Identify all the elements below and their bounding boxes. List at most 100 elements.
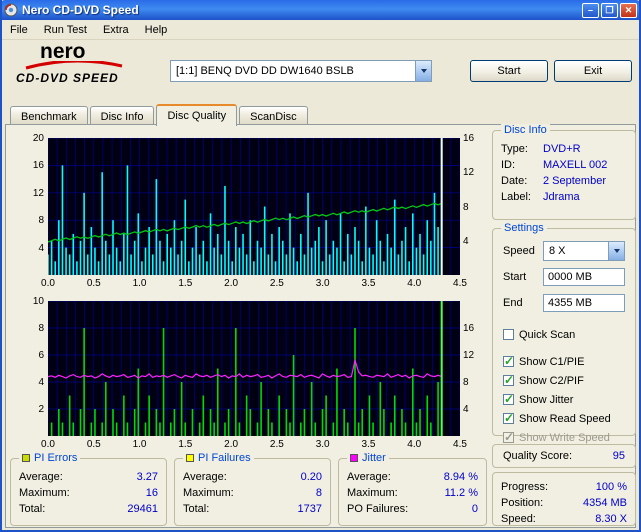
close-button[interactable]: ✕: [620, 2, 637, 18]
total-label: Total:: [183, 503, 210, 515]
disc-type-label: Type:: [501, 143, 528, 155]
titlebar: Nero CD-DVD Speed – ❐ ✕: [2, 0, 639, 20]
dropdown-arrow-icon[interactable]: [415, 61, 431, 81]
axis-tick-label: 12: [463, 350, 475, 361]
tab-disc-info[interactable]: Disc Info: [89, 106, 155, 126]
axis-tick-label: 8: [463, 377, 469, 388]
maximize-button[interactable]: ❐: [601, 2, 618, 18]
checkbox-box: [503, 430, 514, 444]
exit-button[interactable]: Exit: [554, 60, 632, 82]
disc-id-value: MAXELL 002: [543, 159, 608, 171]
start-button[interactable]: Start: [470, 60, 548, 82]
po-failures-value: 0: [471, 503, 478, 515]
checkbox-box: [503, 327, 514, 341]
axis-tick-label: 0.0: [41, 278, 55, 289]
pi-errors-plot: [48, 138, 460, 275]
summary-row: Maximum: 8: [183, 487, 322, 499]
axis-tick-label: 4.0: [407, 439, 422, 450]
axis-tick-label: 0.5: [86, 439, 101, 450]
tab-benchmark[interactable]: Benchmark: [10, 106, 88, 126]
checkbox-box: [503, 411, 514, 425]
speed-value: 8.30 X: [595, 513, 627, 525]
quick-scan-checkbox[interactable]: Quick Scan: [503, 327, 635, 342]
axis-tick-label: 16: [463, 133, 475, 144]
checkbox-label: Show C1/PIE: [519, 355, 585, 368]
dropdown-arrow-icon[interactable]: [608, 242, 624, 260]
axis-tick-label: 4.5: [453, 278, 467, 289]
maximum-label: Maximum:: [183, 487, 234, 499]
app-window: Nero CD-DVD Speed – ❐ ✕ File Run Test Ex…: [0, 0, 641, 532]
window-title: Nero CD-DVD Speed: [22, 3, 139, 17]
summary-row: Average: 0.20: [183, 471, 322, 483]
disc-info-row: Type: DVD+R: [501, 141, 627, 157]
show-jitter-checkbox[interactable]: Show Jitter: [503, 392, 635, 407]
menu-help[interactable]: Help: [137, 22, 176, 38]
show-options-group: Show C1/PIE Show C2/PIF Show Jitter Show…: [493, 354, 635, 445]
tab-disc-quality[interactable]: Disc Quality: [156, 104, 238, 126]
quality-score-label: Quality Score:: [503, 450, 573, 462]
show-c2-pif-checkbox[interactable]: Show C2/PIF: [503, 373, 635, 388]
menubar: File Run Test Extra Help: [2, 20, 639, 40]
axis-tick-label: 3.0: [315, 278, 330, 289]
axis-tick-label: 3.0: [315, 439, 330, 450]
show-write-speed-checkbox: Show Write Speed: [503, 430, 635, 445]
speed-select[interactable]: 8 X: [543, 241, 625, 261]
disc-label-label: Label:: [501, 191, 531, 203]
axis-tick-label: 12: [463, 167, 475, 179]
start-row: Start 0000 MB: [503, 267, 629, 287]
axis-tick-label: 8: [38, 215, 44, 227]
axis-tick-label: 0.0: [41, 439, 55, 450]
drive-select-value: [1:1] BENQ DVD DD DW1640 BSLB: [176, 65, 354, 77]
start-label: Start: [503, 271, 527, 283]
tab-scandisc[interactable]: ScanDisc: [239, 106, 308, 126]
menu-extra[interactable]: Extra: [95, 22, 137, 38]
checkbox-box: [503, 392, 514, 406]
disc-info-row: Date: 2 September: [501, 173, 627, 189]
axis-tick-label: 8: [38, 323, 44, 334]
axis-tick-label: 1.5: [178, 439, 193, 450]
minimize-button[interactable]: –: [582, 2, 599, 18]
axis-tick-label: 4: [463, 235, 469, 247]
total-value: 29461: [127, 503, 158, 515]
axis-tick-label: 10: [32, 296, 44, 307]
speed-label: Speed:: [501, 513, 536, 525]
disc-info-row: Label: Jdrama: [501, 189, 627, 205]
average-value: 8.94 %: [443, 471, 478, 483]
axis-tick-label: 1.5: [178, 278, 193, 289]
axis-tick-label: 1.0: [132, 278, 147, 289]
summary-row: Maximum: 16: [19, 487, 158, 499]
end-label: End: [503, 297, 523, 309]
summary-row: PO Failures: 0: [347, 503, 478, 515]
axis-tick-label: 2.0: [224, 439, 239, 450]
po-failures-label: PO Failures:: [347, 503, 409, 515]
checkbox-label: Show C2/PIF: [519, 374, 584, 387]
axis-tick-label: 4: [38, 377, 44, 388]
speed-row: Speed: 8.30 X: [501, 513, 627, 525]
maximum-value: 8: [315, 487, 322, 499]
axis-tick-label: 20: [32, 133, 44, 144]
jitter-summary: Jitter Average: 8.94 % Maximum: 11.2 % PO …: [338, 452, 487, 526]
checkbox-label: Show Jitter: [519, 393, 574, 406]
average-label: Average:: [347, 471, 391, 483]
tab-bar: Benchmark Disc Info Disc Quality ScanDis…: [10, 104, 310, 126]
axis-tick-label: 16: [463, 323, 475, 334]
start-input[interactable]: 0000 MB: [543, 268, 625, 286]
menu-run-test[interactable]: Run Test: [36, 22, 95, 38]
disc-info-group-title: Disc Info: [501, 124, 550, 136]
jitter-summary-title: Jitter: [347, 452, 389, 464]
total-label: Total:: [19, 503, 46, 515]
pi-failures-summary-title: PI Failures: [183, 452, 254, 464]
axis-tick-label: 2.5: [269, 278, 284, 289]
app-icon: [4, 3, 18, 17]
pi-errors-summary-title: PI Errors: [19, 452, 81, 464]
show-c1-pie-checkbox[interactable]: Show C1/PIE: [503, 354, 635, 369]
show-read-speed-checkbox[interactable]: Show Read Speed: [503, 411, 635, 426]
pi-failures-color-swatch: [186, 454, 194, 462]
end-input[interactable]: 4355 MB: [543, 294, 625, 312]
position-value: 4354 MB: [582, 497, 627, 509]
axis-tick-label: 4.5: [453, 439, 467, 450]
disc-date-label: Date:: [501, 175, 528, 187]
axis-tick-label: 12: [32, 187, 44, 199]
drive-select[interactable]: [1:1] BENQ DVD DD DW1640 BSLB: [170, 60, 432, 82]
menu-file[interactable]: File: [2, 22, 36, 38]
